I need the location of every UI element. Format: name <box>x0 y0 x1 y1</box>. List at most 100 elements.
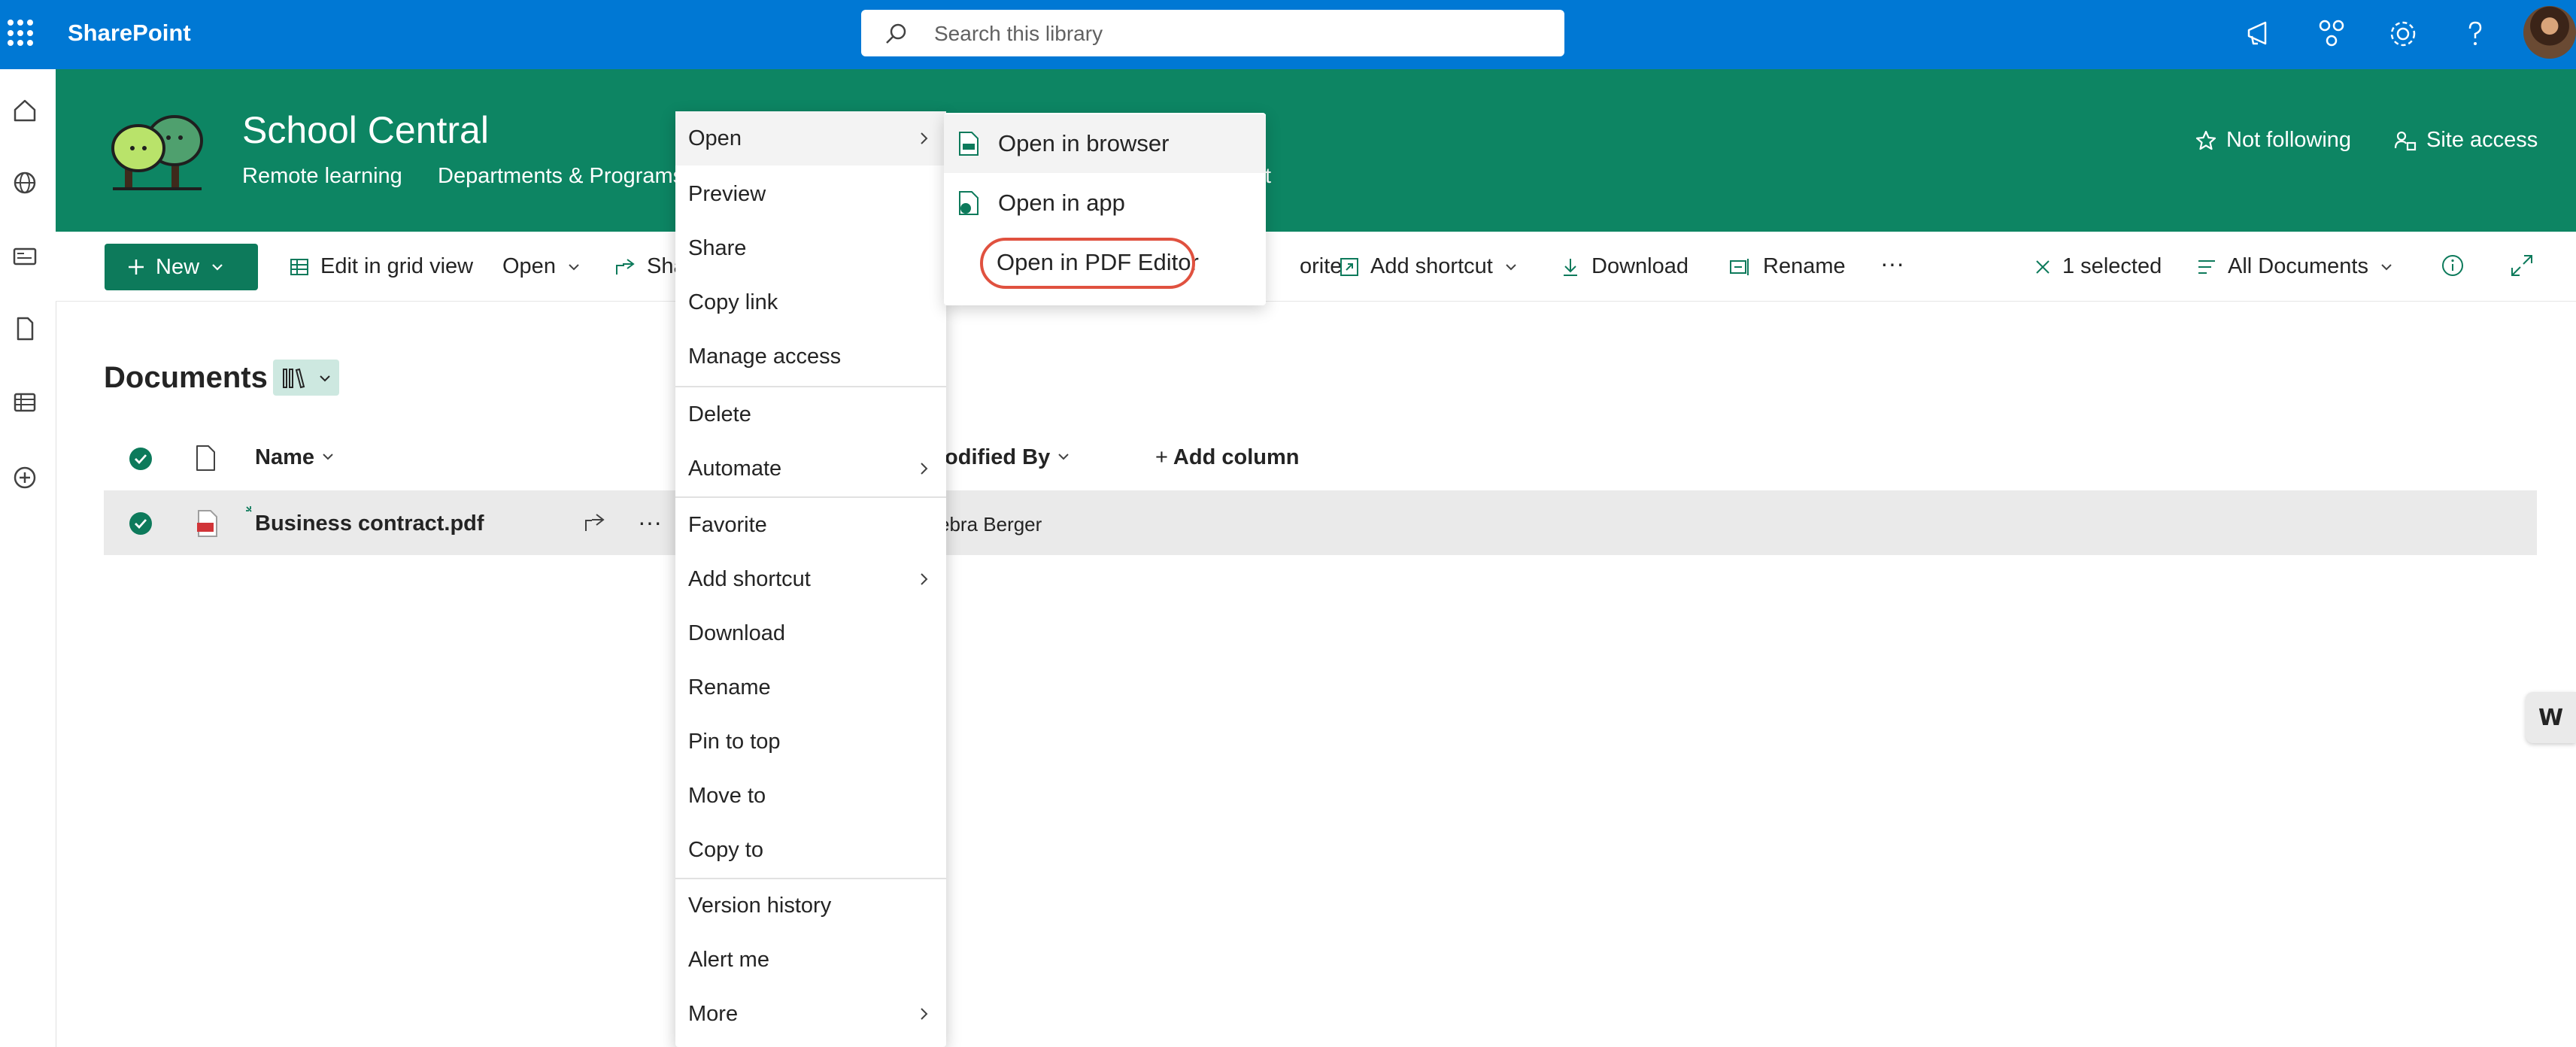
menu-item-download[interactable]: Download <box>675 606 946 660</box>
menu-item-label: Rename <box>688 675 771 700</box>
menu-item-label: Add shortcut <box>688 566 811 591</box>
file-icon[interactable] <box>6 310 44 347</box>
search-box[interactable] <box>861 10 1564 56</box>
menu-item-manage-access[interactable]: Manage access <box>675 329 946 384</box>
view-list-icon <box>2198 259 2215 274</box>
library-title: Documents <box>104 361 268 394</box>
selected-count: 1 selected <box>2062 254 2162 278</box>
share-arrow-icon <box>616 258 635 275</box>
menu-item-label: More <box>688 1001 739 1026</box>
nav-link-partial[interactable]: t <box>1265 164 1271 189</box>
menu-item-version-history[interactable]: Version history <box>675 879 946 933</box>
globe-icon[interactable] <box>6 164 44 202</box>
menu-item-delete[interactable]: Delete <box>675 387 946 442</box>
megaphone-icon[interactable] <box>2243 17 2277 51</box>
menu-item-favorite[interactable]: Favorite <box>675 498 946 552</box>
chevron-down-icon <box>1058 454 1070 460</box>
list-icon[interactable] <box>6 384 44 421</box>
news-icon[interactable] <box>6 238 44 275</box>
submenu-item-label: Open in app <box>998 190 1125 216</box>
app-name[interactable]: SharePoint <box>68 20 191 47</box>
favorite-button[interactable]: orite <box>1300 254 1342 279</box>
pdf-browser-icon <box>959 132 979 156</box>
menu-item-automate[interactable]: Automate <box>675 442 946 496</box>
select-all-checkbox[interactable] <box>128 446 153 472</box>
context-menu: Open Preview Share Copy link Manage acce… <box>675 111 946 1047</box>
nav-link-departments[interactable]: Departments & Programs <box>438 164 684 189</box>
open-label: Open <box>502 254 556 278</box>
rename-button[interactable]: Rename <box>1728 254 1846 279</box>
row-more-button[interactable]: ··· <box>638 508 662 536</box>
menu-item-move-to[interactable]: Move to <box>675 769 946 823</box>
nav-link-remote-learning[interactable]: Remote learning <box>242 164 402 189</box>
clear-selection-button[interactable]: 1 selected <box>2034 254 2162 279</box>
submenu-item-open-in-browser[interactable]: Open in browser <box>944 114 1266 173</box>
site-header: School Central Remote learning Departmen… <box>56 69 2576 232</box>
row-share-icon[interactable] <box>583 511 607 534</box>
top-bar: SharePoint <box>0 0 2576 69</box>
chevron-down-icon <box>2381 263 2392 270</box>
expand-icon[interactable] <box>2509 253 2535 278</box>
column-header-modified-by[interactable]: lodified By <box>939 445 1071 470</box>
more-actions-button[interactable]: ··· <box>1880 250 1904 278</box>
menu-item-open[interactable]: Open <box>675 111 946 165</box>
gear-icon[interactable] <box>2386 17 2420 51</box>
site-logo[interactable] <box>108 111 206 193</box>
site-access-button[interactable]: Site access <box>2393 128 2538 153</box>
menu-item-label: Copy link <box>688 290 778 314</box>
view-switcher[interactable]: All Documents <box>2196 254 2394 279</box>
info-icon[interactable] <box>2440 253 2465 278</box>
column-header-name[interactable]: Name <box>255 445 335 470</box>
help-icon[interactable] <box>2458 17 2493 51</box>
add-shortcut-label: Add shortcut <box>1370 254 1493 278</box>
chevron-down-icon <box>569 263 579 270</box>
menu-item-label: Copy to <box>688 837 763 862</box>
edit-grid-view-button[interactable]: Edit in grid view <box>289 254 473 279</box>
menu-item-pin-to-top[interactable]: Pin to top <box>675 715 946 769</box>
grid-icon <box>290 258 308 275</box>
open-button[interactable]: Open <box>502 254 581 279</box>
menu-item-share[interactable]: Share <box>675 221 946 275</box>
left-rail <box>0 69 56 1047</box>
submenu-item-open-in-app[interactable]: Open in app <box>944 174 1266 232</box>
chevron-right-icon <box>921 463 928 475</box>
menu-item-label: Preview <box>688 181 766 206</box>
new-button[interactable]: New <box>105 244 258 290</box>
add-circle-icon[interactable] <box>6 459 44 496</box>
menu-item-rename[interactable]: Rename <box>675 660 946 715</box>
column-name-label: Name <box>255 445 314 469</box>
site-title[interactable]: School Central <box>242 108 489 152</box>
menu-item-copy-link[interactable]: Copy link <box>675 275 946 329</box>
people-lock-icon <box>2394 131 2417 150</box>
row-selected-checkbox[interactable] <box>128 511 153 536</box>
site-access-label: Site access <box>2426 128 2538 152</box>
home-icon[interactable] <box>6 92 44 129</box>
open-submenu: Open in browser Open in app Open in PDF … <box>944 113 1266 305</box>
menu-item-preview[interactable]: Preview <box>675 167 946 221</box>
side-panel-tab[interactable]: W <box>2526 692 2576 743</box>
chevron-right-icon <box>921 1008 928 1020</box>
pdf-app-icon <box>959 191 979 215</box>
avatar[interactable] <box>2523 6 2576 59</box>
share-icon[interactable] <box>2314 17 2349 51</box>
menu-item-alert-me[interactable]: Alert me <box>675 933 946 987</box>
menu-item-label: Manage access <box>688 344 842 369</box>
library-icon <box>283 368 305 389</box>
download-button[interactable]: Download <box>1560 254 1689 279</box>
add-column-button[interactable]: + Add column <box>1155 445 1299 470</box>
column-modified-by-label: lodified By <box>939 445 1051 469</box>
chevron-down-icon <box>1506 263 1516 270</box>
add-shortcut-button[interactable]: Add shortcut <box>1339 254 1519 279</box>
not-following-button[interactable]: Not following <box>2195 128 2351 153</box>
menu-item-more[interactable]: More <box>675 987 946 1041</box>
highlight-annotation <box>980 238 1195 289</box>
app-launcher-icon[interactable] <box>8 20 35 47</box>
menu-item-add-shortcut[interactable]: Add shortcut <box>675 552 946 606</box>
download-label: Download <box>1591 254 1689 278</box>
chevron-down-icon <box>212 264 223 271</box>
search-input[interactable] <box>933 19 1537 49</box>
menu-item-copy-to[interactable]: Copy to <box>675 823 946 877</box>
row-file-name[interactable]: Business contract.pdf <box>255 511 484 536</box>
edit-grid-view-label: Edit in grid view <box>320 254 474 278</box>
view-options-button[interactable] <box>273 360 339 396</box>
